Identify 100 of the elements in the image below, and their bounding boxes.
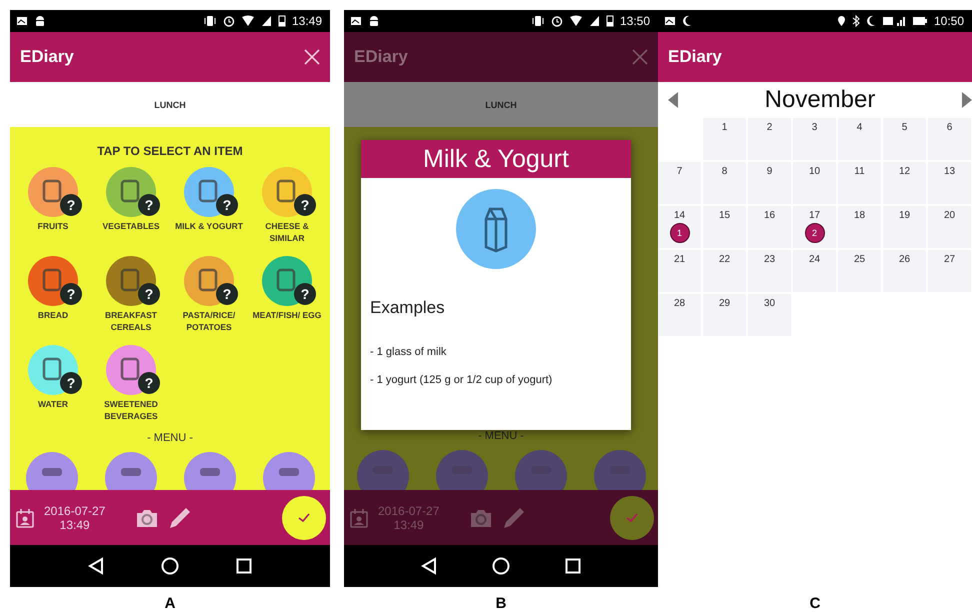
category-label[interactable]: CHEESE & SIMILAR [249, 220, 325, 244]
menu-heading: - MENU - [147, 432, 193, 444]
day-cell[interactable]: 3 [793, 118, 836, 160]
day-number: 16 [764, 210, 776, 221]
day-cell[interactable]: 10 [793, 162, 836, 204]
help-badge[interactable]: ? [60, 194, 82, 216]
home-icon[interactable] [160, 557, 179, 575]
back-icon[interactable] [88, 557, 104, 575]
day-cell[interactable]: 29 [703, 294, 746, 336]
day-cell[interactable]: 14 1 [658, 206, 701, 248]
help-badge[interactable]: ? [138, 283, 160, 305]
day-cell[interactable]: 25 [838, 250, 881, 292]
entry-count-badge: 1 [670, 223, 690, 243]
day-cell[interactable]: 18 [838, 206, 881, 248]
category-label[interactable]: WATER [15, 398, 91, 410]
help-badge[interactable]: ? [216, 283, 238, 305]
panel-label: B [494, 595, 508, 612]
recents-icon[interactable] [236, 558, 252, 574]
day-number: 23 [764, 254, 776, 265]
category-label[interactable]: MEAT/FISH/ EGG [249, 309, 325, 321]
previous-month-icon[interactable] [668, 92, 678, 108]
home-icon[interactable] [492, 557, 510, 575]
day-cell[interactable]: 20 [928, 206, 971, 248]
alarm-clock-icon [222, 15, 235, 27]
category-label[interactable]: VEGETABLES [93, 220, 169, 232]
day-cell[interactable]: 16 [748, 206, 791, 248]
day-number: 29 [718, 298, 730, 309]
dialog-title: Milk & Yogurt [361, 140, 631, 178]
category-label[interactable]: PASTA/RICE/ POTATOES [171, 309, 247, 333]
camera-icon[interactable] [135, 508, 160, 528]
entry-count-badge: 2 [804, 223, 824, 243]
day-cell[interactable]: 7 [658, 162, 701, 204]
day-cell[interactable]: 2 [748, 118, 791, 160]
calendar-icon[interactable] [16, 508, 34, 528]
alarm-clock-icon [550, 15, 563, 27]
day-number: 1 [722, 122, 728, 133]
day-cell[interactable]: 8 [703, 162, 746, 204]
help-badge[interactable]: ? [138, 194, 160, 216]
day-number: 9 [766, 166, 772, 177]
bluetooth-icon [852, 15, 860, 27]
help-badge[interactable]: ? [60, 372, 82, 394]
category-label[interactable]: BREAKFAST CEREALS [93, 309, 169, 333]
day-cell[interactable]: 19 [883, 206, 926, 248]
day-cell[interactable]: 4 [838, 118, 881, 160]
day-cell[interactable]: 15 [703, 206, 746, 248]
category-label[interactable]: SWEETENED BEVERAGES [93, 398, 169, 422]
help-badge[interactable]: ? [294, 283, 316, 305]
meal-tab[interactable]: LUNCH [154, 100, 186, 110]
day-number: 15 [718, 210, 730, 221]
back-icon[interactable] [421, 557, 438, 575]
entry-date[interactable]: 2016-07-27 [44, 504, 106, 518]
help-badge[interactable]: ? [294, 194, 316, 216]
calendar-icon[interactable] [350, 508, 368, 528]
meal-tab[interactable]: LUNCH [485, 100, 517, 110]
category-label[interactable]: BREAD [15, 309, 91, 321]
day-cell[interactable]: 5 [883, 118, 926, 160]
day-number: 3 [812, 122, 818, 133]
confirm-button[interactable] [282, 496, 326, 540]
help-badge[interactable]: ? [138, 372, 160, 394]
day-cell[interactable]: 27 [928, 250, 971, 292]
pencil-icon[interactable] [169, 506, 192, 528]
day-number: 22 [718, 254, 730, 265]
category-label[interactable]: MILK & YOGURT [171, 220, 247, 232]
signal-icon [882, 15, 906, 27]
day-cell[interactable]: 26 [883, 250, 926, 292]
location-icon [836, 15, 846, 27]
day-cell[interactable]: 23 [748, 250, 791, 292]
day-number: 7 [676, 166, 682, 177]
day-cell[interactable]: 12 [883, 162, 926, 204]
day-number: 4 [856, 122, 862, 133]
day-cell[interactable]: 21 [658, 250, 701, 292]
next-month-icon[interactable] [962, 92, 972, 108]
day-number: 11 [854, 166, 865, 177]
camera-icon[interactable] [469, 508, 494, 528]
vibrate-icon [202, 15, 217, 27]
day-cell[interactable]: 11 [838, 162, 881, 204]
day-number: 8 [722, 166, 728, 177]
recents-icon[interactable] [564, 558, 581, 574]
day-cell[interactable]: 9 [748, 162, 791, 204]
day-cell[interactable]: 1 [703, 118, 746, 160]
day-cell[interactable]: 17 2 [793, 206, 836, 248]
day-cell[interactable]: 22 [703, 250, 746, 292]
pencil-icon[interactable] [503, 506, 526, 528]
close-icon[interactable] [632, 49, 648, 65]
help-badge[interactable]: ? [216, 194, 238, 216]
wifi-icon [568, 15, 583, 27]
day-cell[interactable]: 6 [928, 118, 971, 160]
day-number: 18 [854, 210, 866, 221]
month-title: November [764, 86, 876, 114]
day-cell[interactable]: 30 [748, 294, 791, 336]
day-cell[interactable]: 13 [928, 162, 971, 204]
category-label[interactable]: FRUITS [15, 220, 91, 232]
entry-time[interactable]: 13:49 [60, 518, 90, 532]
moon-icon [866, 15, 876, 27]
day-cell[interactable]: 28 [658, 294, 701, 336]
signal-icon [588, 15, 600, 27]
day-number: 26 [898, 254, 910, 265]
confirm-button[interactable] [610, 496, 654, 540]
day-cell[interactable]: 24 [793, 250, 836, 292]
help-badge[interactable]: ? [60, 283, 82, 305]
